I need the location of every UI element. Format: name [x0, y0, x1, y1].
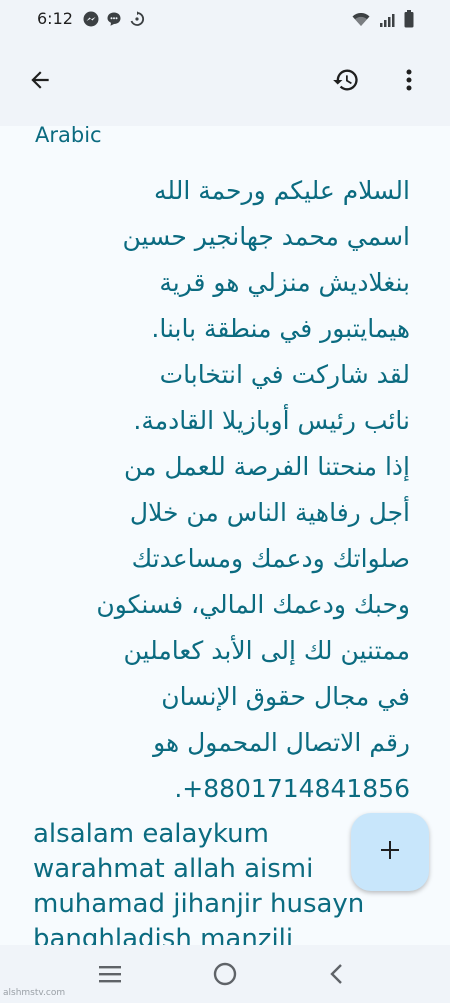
battery-icon [404, 10, 414, 32]
menu-lines-icon [96, 966, 126, 991]
add-button[interactable] [351, 813, 429, 891]
text-line: اسمي محمد جهانجير حسين [122, 222, 411, 251]
system-nav-bar [0, 945, 450, 1003]
history-button[interactable] [326, 62, 366, 102]
more-options-button[interactable] [389, 62, 429, 102]
text-line: هيمايتبور في منطقة بابنا. [151, 314, 410, 343]
text-line: 8801714841856+. [174, 774, 410, 803]
signal-icon [379, 12, 395, 31]
app-bar [0, 38, 450, 126]
plus-icon [378, 838, 402, 866]
text-line: إذا منحتنا الفرصة للعمل من [124, 452, 410, 481]
messenger-icon [83, 11, 99, 31]
chevron-left-icon [324, 964, 350, 991]
status-time: 6:12 [37, 9, 73, 28]
sync-icon [129, 11, 145, 31]
back-button[interactable] [20, 62, 60, 102]
text-line: muhamad jihanjir husayn [33, 889, 365, 919]
text-line: نائب رئيس أوبازيلا القادمة. [133, 406, 410, 435]
text-line: صلواتك ودعمك ومساعدتك [131, 544, 410, 573]
arrow-left-icon [27, 67, 53, 97]
text-line: وحبك ودعمك المالي، فسنكون [96, 590, 410, 619]
text-line: banghladish manzili [33, 924, 294, 945]
more-vert-icon [405, 68, 413, 96]
history-icon [332, 66, 360, 98]
text-line: بنغلاديش منزلي هو قرية [159, 268, 410, 297]
chat-bubble-icon [106, 11, 122, 31]
arabic-translation-text[interactable]: السلام عليكم ورحمة الله اسمي محمد جهانجي… [25, 168, 410, 812]
watermark-text: alshmstv.com [3, 988, 66, 998]
text-line: في مجال حقوق الإنسان [161, 682, 410, 711]
home-button[interactable] [212, 961, 238, 991]
text-line: ممتنين لك إلى الأبد كعاملين [123, 636, 411, 665]
wifi-icon [352, 12, 370, 31]
text-line: السلام عليكم ورحمة الله [154, 176, 410, 205]
circle-home-icon [212, 962, 238, 991]
language-label: Arabic [35, 126, 102, 147]
system-icons [352, 10, 414, 32]
text-line: رقم الاتصال المحمول هو [153, 728, 410, 757]
notification-icons [83, 11, 145, 31]
status-bar: 6:12 [0, 0, 450, 38]
nav-back-button[interactable] [324, 961, 350, 991]
recents-button[interactable] [96, 961, 126, 991]
text-line: لقد شاركت في انتخابات [159, 360, 410, 389]
text-line: أجل رفاهية الناس من خلال [129, 498, 410, 527]
